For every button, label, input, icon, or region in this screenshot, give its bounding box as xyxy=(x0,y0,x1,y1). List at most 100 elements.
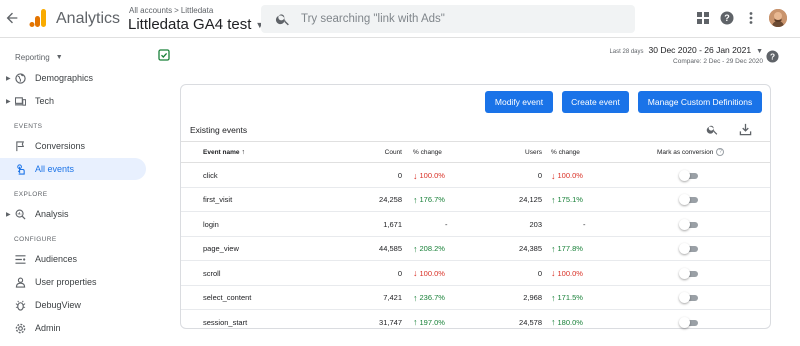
conversion-toggle[interactable] xyxy=(679,292,699,303)
event-name[interactable]: page_view xyxy=(203,237,239,260)
column-header-event-name[interactable]: Event name ↑ xyxy=(203,142,245,162)
sidebar-item-admin[interactable]: Admin xyxy=(0,317,146,339)
count-change: ↑ 208.2% xyxy=(413,237,445,260)
manage-custom-definitions-button[interactable]: Manage Custom Definitions xyxy=(638,91,762,113)
mark-conversion-cell xyxy=(679,164,699,187)
count-change: ↑ 197.0% xyxy=(413,310,445,334)
sidebar-item-label: User properties xyxy=(35,277,97,287)
sidebar-item-analysis[interactable]: ▶ Analysis xyxy=(0,203,146,225)
event-count: 0 xyxy=(397,268,402,278)
event-users: 0 xyxy=(537,268,542,278)
event-users: 203 xyxy=(529,219,542,229)
analytics-logo-icon[interactable] xyxy=(28,8,48,28)
change-value: 100.0% xyxy=(419,171,445,180)
conversion-toggle[interactable] xyxy=(679,194,699,206)
sidebar-item-label: All events xyxy=(35,164,75,174)
gear-icon xyxy=(15,323,26,334)
create-event-button[interactable]: Create event xyxy=(562,91,629,113)
breadcrumb[interactable]: All accounts > Littledata xyxy=(129,6,213,15)
sidebar-item-audiences[interactable]: Audiences xyxy=(0,248,146,270)
date-range[interactable]: 30 Dec 2020 - 26 Jan 2021 xyxy=(649,45,752,55)
help-circle-icon[interactable]: ? xyxy=(716,148,725,156)
help-icon[interactable]: ? xyxy=(766,50,779,63)
top-header: Analytics All accounts > Littledata Little… xyxy=(0,0,800,38)
download-icon[interactable] xyxy=(739,123,752,136)
conversion-toggle[interactable] xyxy=(679,218,699,230)
table-row[interactable]: scroll 0 ↓ 100.0% 0 ↓ 100.0% xyxy=(181,262,770,286)
column-header-count[interactable]: Count xyxy=(385,142,402,162)
event-count: 44,585 xyxy=(379,244,402,254)
arrow-down-icon: ↓ xyxy=(551,170,556,181)
property-selector[interactable]: Littledata GA4 test ▼ xyxy=(128,16,264,33)
change-value: 171.5% xyxy=(557,293,583,302)
user-properties-icon xyxy=(15,277,26,288)
toggle-knob xyxy=(679,194,690,206)
users-change: ↓ 100.0% xyxy=(551,262,583,285)
header-label: Mark as conversion xyxy=(657,148,714,156)
help-icon[interactable]: ? xyxy=(720,11,734,25)
users-change: ↑ 171.5% xyxy=(551,286,583,309)
modify-event-button[interactable]: Modify event xyxy=(485,91,553,113)
compare-range: Compare: 2 Dec - 29 Dec 2020 xyxy=(673,58,763,65)
sort-arrow-up-icon[interactable]: ↑ xyxy=(242,149,246,156)
search-input[interactable] xyxy=(301,13,601,25)
event-name[interactable]: click xyxy=(203,164,218,187)
sidebar-item-conversions[interactable]: Conversions xyxy=(0,135,146,157)
expand-arrow-icon[interactable]: ▶ xyxy=(6,211,11,218)
users-change: ↑ 175.1% xyxy=(551,188,583,211)
table-row[interactable]: first_visit 24,258 ↑ 176.7% 24,125 ↑ 175.1% xyxy=(181,188,770,213)
card-title: Existing events xyxy=(190,125,248,135)
table-row[interactable]: select_content 7,421 ↑ 236.7% 2,968 ↑ 171.5% xyxy=(181,286,770,310)
table-row[interactable]: page_view 44,585 ↑ 208.2% 24,385 ↑ 177.8% xyxy=(181,237,770,262)
users-change: - xyxy=(583,213,586,236)
section-events: EVENTS xyxy=(14,123,43,130)
sidebar-item-user-properties[interactable]: User properties xyxy=(0,271,146,293)
table-header: Event name ↑ Count % change Users % chan… xyxy=(181,142,770,163)
conversion-toggle[interactable] xyxy=(679,267,699,279)
event-name[interactable]: login xyxy=(203,213,219,236)
search-icon[interactable] xyxy=(706,123,719,136)
search-bar[interactable] xyxy=(261,5,635,33)
column-header-users[interactable]: Users xyxy=(525,142,542,162)
reporting-dropdown[interactable]: Reporting ▼ xyxy=(15,53,63,62)
chevron-down-icon[interactable]: ▼ xyxy=(756,48,763,55)
column-header-users-change[interactable]: % change xyxy=(551,142,580,162)
apps-grid-icon[interactable] xyxy=(696,11,710,25)
breadcrumb-account[interactable]: Littledata xyxy=(181,6,213,15)
event-name[interactable]: select_content xyxy=(203,286,251,309)
table-row[interactable]: session_start 31,747 ↑ 197.0% 24,578 ↑ 180.0% xyxy=(181,310,770,334)
event-name[interactable]: first_visit xyxy=(203,188,232,211)
app-name: Analytics xyxy=(56,10,121,27)
avatar[interactable] xyxy=(769,9,787,27)
analysis-icon xyxy=(15,209,26,220)
back-arrow-icon[interactable] xyxy=(4,10,20,26)
verified-check-icon[interactable] xyxy=(158,49,170,61)
sidebar-item-debugview[interactable]: DebugView xyxy=(0,294,146,316)
conversion-toggle[interactable] xyxy=(679,316,699,328)
sidebar-item-all-events[interactable]: All events xyxy=(0,158,146,180)
table-row[interactable]: login 1,671 - 203 - xyxy=(181,213,770,237)
arrow-up-icon: ↑ xyxy=(551,292,556,303)
header-label: Event name xyxy=(203,148,240,156)
toggle-knob xyxy=(679,170,690,181)
sidebar-item-label: Audiences xyxy=(35,254,78,264)
conversion-toggle[interactable] xyxy=(679,170,699,181)
expand-arrow-icon[interactable]: ▶ xyxy=(6,75,11,82)
sidebar-item-demographics[interactable]: ▶ Demographics xyxy=(0,67,146,89)
svg-text:?: ? xyxy=(724,13,730,23)
event-name[interactable]: session_start xyxy=(203,310,247,334)
event-count: 1,671 xyxy=(383,219,402,229)
sidebar-item-tech[interactable]: ▶ Tech xyxy=(0,90,146,112)
table-row[interactable]: click 0 ↓ 100.0% 0 ↓ 100.0% xyxy=(181,164,770,188)
property-name: Littledata GA4 test xyxy=(128,16,252,33)
column-header-count-change[interactable]: % change xyxy=(413,142,442,162)
sidebar-item-label: Analysis xyxy=(35,209,69,219)
mark-conversion-cell xyxy=(679,237,699,260)
date-range-picker[interactable]: Last 28 days 30 Dec 2020 - 26 Jan 2021 ▼… xyxy=(609,45,763,65)
conversion-toggle[interactable] xyxy=(679,243,699,255)
expand-arrow-icon[interactable]: ▶ xyxy=(6,98,11,105)
breadcrumb-all-accounts[interactable]: All accounts xyxy=(129,6,172,15)
event-name[interactable]: scroll xyxy=(203,262,221,285)
sidebar-item-label: Admin xyxy=(35,323,61,333)
more-vert-icon[interactable] xyxy=(744,11,758,25)
